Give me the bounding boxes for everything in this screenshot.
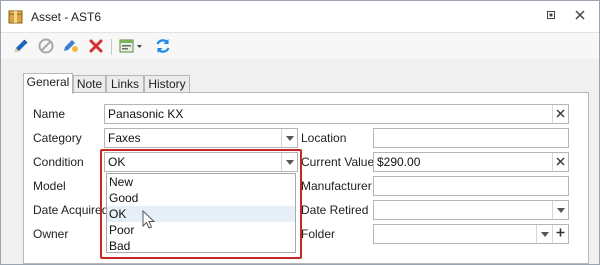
- tab-label: History: [148, 77, 186, 91]
- chevron-down-icon: [556, 208, 565, 213]
- date-acquired-label: Date Acquired: [33, 203, 109, 217]
- cancel-circle-icon: [38, 38, 54, 54]
- cancel-button[interactable]: [36, 36, 56, 56]
- category-field[interactable]: Faxes: [104, 128, 298, 148]
- manufacturer-field[interactable]: [373, 176, 569, 196]
- category-label: Category: [33, 131, 82, 145]
- date-retired-field[interactable]: [373, 200, 569, 220]
- clear-name-button[interactable]: [552, 105, 568, 123]
- title-bar: Asset - AST6: [1, 1, 599, 33]
- manufacturer-label: Manufacturer: [301, 179, 372, 193]
- condition-dropdown-button[interactable]: [281, 153, 297, 171]
- chevron-down-icon: [285, 160, 294, 165]
- close-icon: [575, 10, 585, 20]
- name-label: Name: [33, 107, 66, 121]
- refresh-icon: [156, 39, 170, 53]
- condition-option-new[interactable]: New: [107, 174, 295, 190]
- condition-option-bad[interactable]: Bad: [107, 238, 295, 254]
- delete-button[interactable]: [86, 36, 106, 56]
- current-value-field[interactable]: $290.00: [373, 152, 569, 172]
- add-folder-button[interactable]: [552, 225, 568, 243]
- condition-dropdown-list: New Good OK Poor Bad: [106, 173, 296, 253]
- edit-pencil-icon: [15, 39, 28, 52]
- toolbar-separator: [111, 39, 112, 55]
- properties-dropdown-icon: [119, 39, 142, 53]
- folder-dropdown-button[interactable]: [536, 225, 552, 243]
- delete-x-icon: [89, 39, 103, 53]
- chevron-down-icon: [285, 136, 294, 141]
- condition-option-good[interactable]: Good: [107, 190, 295, 206]
- toolbar: [1, 33, 599, 59]
- category-dropdown-button[interactable]: [281, 129, 297, 147]
- asset-window: Asset - AST6 General Note Links History …: [0, 0, 600, 265]
- edit-button[interactable]: [11, 36, 31, 56]
- clear-icon: [556, 157, 565, 166]
- tab-label: Links: [110, 77, 139, 91]
- refresh-button[interactable]: [153, 36, 173, 56]
- date-retired-dropdown-button[interactable]: [552, 201, 568, 219]
- current-value-value: $290.00: [377, 155, 421, 169]
- restore-button[interactable]: [543, 9, 559, 25]
- name-value: Panasonic KX: [108, 107, 184, 121]
- mouse-cursor-icon: [142, 210, 156, 229]
- location-label: Location: [301, 131, 347, 145]
- tab-note[interactable]: Note: [73, 75, 106, 93]
- edit-tags-button[interactable]: [61, 36, 81, 56]
- condition-option-poor[interactable]: Poor: [107, 222, 295, 238]
- owner-label: Owner: [33, 227, 69, 241]
- condition-value: OK: [108, 155, 126, 169]
- tab-general[interactable]: General: [23, 73, 73, 94]
- folder-label: Folder: [301, 227, 336, 241]
- category-value: Faxes: [108, 131, 141, 145]
- condition-label: Condition: [33, 155, 84, 169]
- tab-label: Note: [76, 77, 103, 91]
- date-retired-label: Date Retired: [301, 203, 369, 217]
- condition-option-ok[interactable]: OK: [107, 206, 295, 222]
- restore-icon: [547, 11, 555, 19]
- condition-field[interactable]: OK: [104, 152, 298, 172]
- tab-history[interactable]: History: [144, 75, 190, 93]
- properties-menu-button[interactable]: [117, 36, 145, 56]
- tab-label: General: [26, 75, 70, 89]
- edit-tag-icon: [64, 40, 78, 52]
- model-label: Model: [33, 179, 66, 193]
- tab-links[interactable]: Links: [106, 75, 144, 93]
- name-field[interactable]: Panasonic KX: [104, 104, 569, 124]
- clear-icon: [556, 109, 565, 118]
- folder-field[interactable]: [373, 224, 569, 244]
- plus-icon: [556, 228, 565, 237]
- chevron-down-icon: [540, 232, 549, 237]
- close-window-button[interactable]: [572, 9, 588, 25]
- clear-current-value-button[interactable]: [552, 153, 568, 171]
- location-field[interactable]: [373, 128, 569, 148]
- window-title: Asset - AST6: [31, 10, 102, 24]
- current-value-label: Current Value: [301, 155, 375, 169]
- asset-box-icon: [8, 10, 23, 24]
